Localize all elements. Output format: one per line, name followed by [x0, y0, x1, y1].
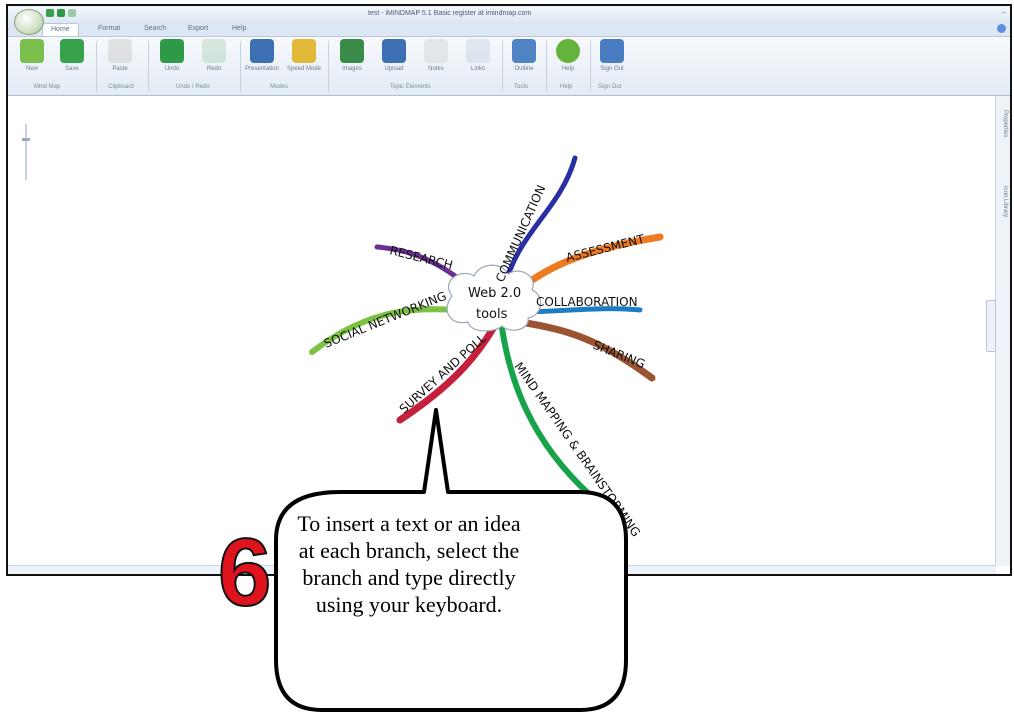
step-number-badge: 6 — [217, 521, 272, 611]
step-number: 6 — [218, 521, 271, 611]
callout-text: To insert a text or an idea at each bran… — [297, 511, 521, 617]
application-menu-button[interactable] — [14, 9, 44, 35]
